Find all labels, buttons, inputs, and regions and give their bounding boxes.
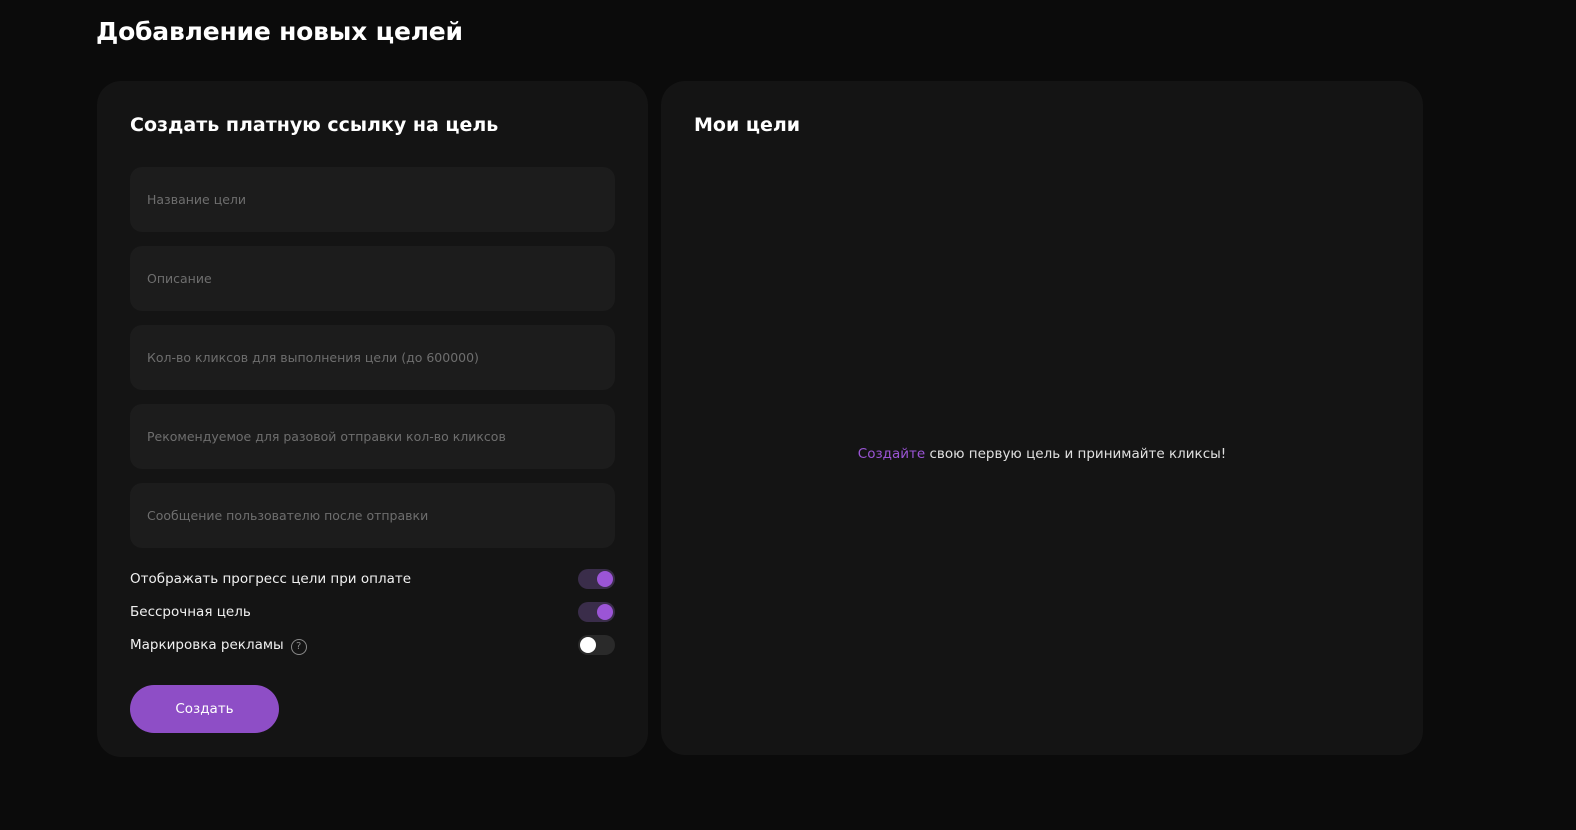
create-first-goal-link[interactable]: Создайте xyxy=(858,446,925,462)
goal-clicks-field-wrapper xyxy=(130,325,615,390)
toggle-label-text: Бессрочная цель xyxy=(130,603,251,620)
toggle-row-ad-marking: Маркировка рекламы ? xyxy=(130,628,615,661)
recommended-clicks-field-wrapper xyxy=(130,404,615,469)
after-send-message-field-wrapper xyxy=(130,483,615,548)
toggle-knob xyxy=(580,636,596,653)
toggle-label-permanent-goal: Бессрочная цель xyxy=(130,604,251,620)
goal-name-input[interactable] xyxy=(130,167,615,232)
goal-description-input[interactable] xyxy=(130,246,615,311)
recommended-clicks-input[interactable] xyxy=(130,404,615,469)
create-goal-button[interactable]: Создать xyxy=(130,685,279,733)
permanent-goal-toggle[interactable] xyxy=(578,601,615,622)
create-goal-card: Создать платную ссылку на цель Отобража xyxy=(97,81,648,757)
create-goal-form: Отображать прогресс цели при оплате Бесс… xyxy=(130,167,615,733)
goal-description-field-wrapper xyxy=(130,246,615,311)
toggle-label-show-progress: Отображать прогресс цели при оплате xyxy=(130,571,411,587)
after-send-message-input[interactable] xyxy=(130,483,615,548)
empty-state-text: свою первую цель и принимайте кликсы! xyxy=(925,446,1227,462)
my-goals-title: Мои цели xyxy=(694,114,801,136)
show-progress-toggle[interactable] xyxy=(578,568,615,589)
toggle-list: Отображать прогресс цели при оплате Бесс… xyxy=(130,562,615,661)
create-goal-title: Создать платную ссылку на цель xyxy=(130,114,499,136)
toggle-row-show-progress: Отображать прогресс цели при оплате xyxy=(130,562,615,595)
page: Добавление новых целей Создать платную с… xyxy=(0,0,1576,830)
toggle-knob xyxy=(597,603,613,620)
toggle-label-text: Отображать прогресс цели при оплате xyxy=(130,570,412,587)
goal-clicks-input[interactable] xyxy=(130,325,615,390)
goal-name-field-wrapper xyxy=(130,167,615,232)
toggle-label-text: Маркировка рекламы xyxy=(130,636,284,653)
question-circle-icon[interactable]: ? xyxy=(290,638,307,655)
page-title: Добавление новых целей xyxy=(96,17,463,46)
toggle-knob xyxy=(597,570,613,587)
empty-state-message: Создайте свою первую цель и принимайте к… xyxy=(661,446,1423,462)
toggle-row-permanent-goal: Бессрочная цель xyxy=(130,595,615,628)
toggle-label-ad-marking: Маркировка рекламы ? xyxy=(130,635,307,655)
my-goals-card: Мои цели Создайте свою первую цель и при… xyxy=(661,81,1423,755)
ad-marking-toggle[interactable] xyxy=(578,634,615,655)
